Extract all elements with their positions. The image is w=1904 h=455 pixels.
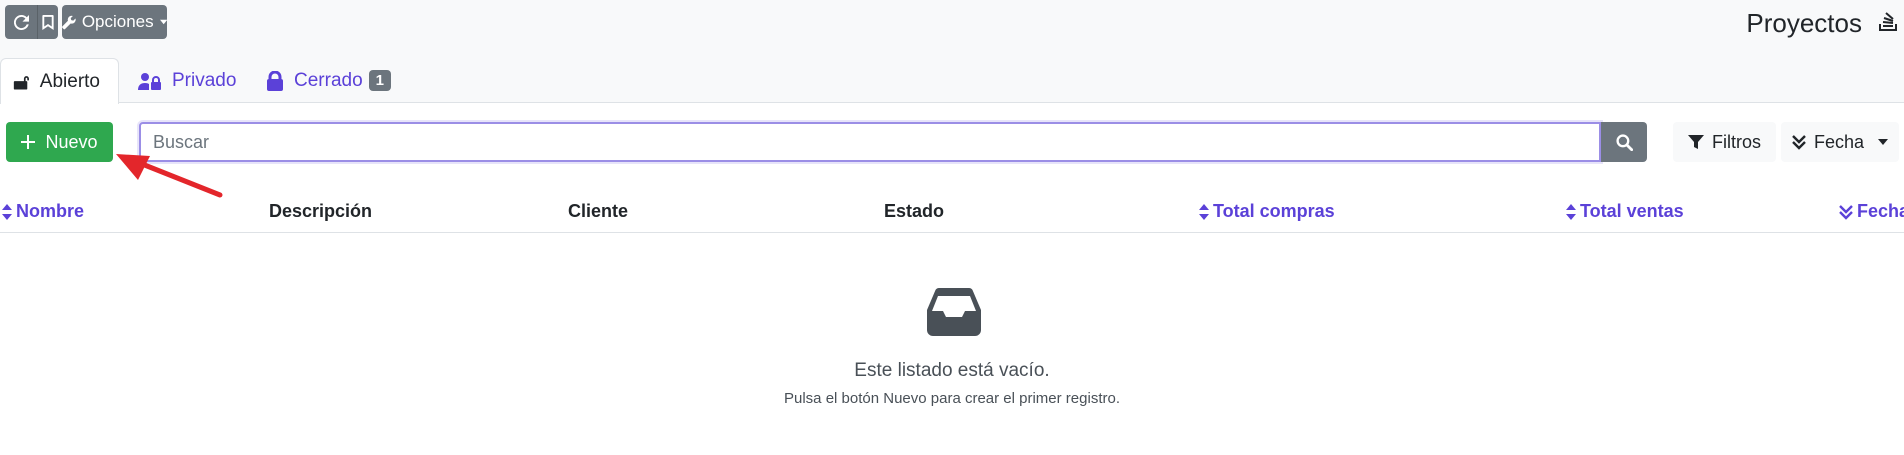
column-label: Total ventas [1580, 201, 1684, 221]
refresh-button[interactable] [5, 5, 37, 39]
caret-down-icon [159, 19, 167, 25]
column-estado: Estado [884, 201, 944, 222]
empty-title: Este listado está vacío. [854, 360, 1050, 381]
tab-abierto[interactable]: Abierto [0, 58, 119, 104]
search-button[interactable] [1601, 122, 1647, 162]
table-header-border [0, 232, 1904, 233]
new-button-label: Nuevo [45, 131, 98, 152]
filters-button[interactable]: Filtros [1673, 122, 1776, 162]
column-nombre[interactable]: Nombre [2, 201, 84, 222]
unlock-icon [13, 75, 29, 90]
column-cliente: Cliente [568, 201, 628, 222]
column-label: Total compras [1213, 201, 1335, 221]
filter-icon [1688, 135, 1704, 149]
sort-icon [1199, 203, 1209, 220]
chevrons-down-icon [1792, 135, 1806, 150]
column-total-compras[interactable]: Total compras [1199, 201, 1335, 222]
tab-label: Abierto [39, 70, 100, 92]
sort-button[interactable]: Fecha [1781, 122, 1899, 162]
chevrons-down-icon [1839, 204, 1853, 220]
column-label: Fecha [1857, 201, 1904, 221]
plus-icon [21, 135, 36, 149]
page-title: Proyectos [1746, 8, 1862, 38]
lock-icon [267, 70, 283, 91]
column-label: Nombre [16, 201, 85, 221]
tab-label: Cerrado [294, 69, 363, 91]
tab-privado[interactable]: Privado [126, 58, 254, 103]
column-descripcion: Descripción [269, 201, 372, 222]
column-label: Cliente [568, 201, 629, 221]
options-label: Opciones [81, 12, 154, 31]
new-button[interactable]: Nuevo [6, 122, 113, 162]
sort-label: Fecha [1813, 131, 1865, 152]
search-input[interactable]: Buscar [139, 122, 1601, 162]
refresh-icon [13, 14, 29, 30]
caret-down-icon [1878, 139, 1889, 145]
layers-icon [1878, 8, 1898, 37]
options-button[interactable]: Opciones [62, 5, 167, 39]
count-badge: 1 [368, 70, 391, 91]
search-icon [1615, 133, 1633, 151]
column-label: Estado [884, 201, 945, 221]
wrench-icon [62, 15, 76, 29]
inbox-icon [927, 288, 981, 341]
bookmark-button[interactable] [38, 5, 58, 39]
tab-label: Privado [172, 69, 237, 91]
user-lock-icon [138, 72, 161, 90]
sort-icon [2, 203, 12, 220]
column-fecha[interactable]: Fecha [1839, 201, 1904, 222]
empty-subtitle: Pulsa el botón Nuevo para crear el prime… [784, 390, 1120, 407]
sort-icon [1566, 203, 1576, 220]
column-label: Descripción [269, 201, 373, 221]
tab-cerrado[interactable]: Cerrado 1 [254, 58, 409, 103]
filters-label: Filtros [1712, 131, 1761, 152]
bookmark-icon [42, 14, 54, 30]
annotation-arrow [116, 154, 223, 198]
column-total-ventas[interactable]: Total ventas [1566, 201, 1684, 222]
